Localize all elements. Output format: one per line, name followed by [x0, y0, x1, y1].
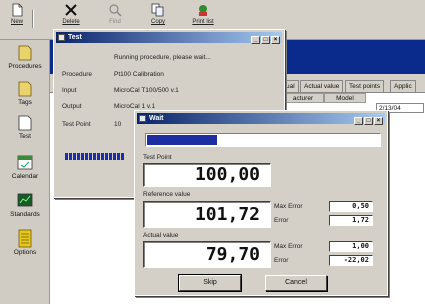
reference-value-label: Reference value [143, 191, 191, 198]
close-icon[interactable]: × [271, 36, 280, 44]
options-icon [18, 229, 32, 248]
sidebar-item-options[interactable]: Options [0, 228, 50, 256]
output-value: MicroCal 1 v.1 [114, 103, 156, 110]
find-label: Find [109, 19, 121, 25]
wait-dialog-titlebar[interactable]: Wait _ □ × [137, 113, 385, 125]
window-controls: _ □ × [353, 115, 383, 125]
output-label: Output [62, 103, 82, 110]
minimize-icon[interactable]: _ [251, 36, 260, 44]
wait-progress-track [145, 133, 381, 147]
wait-dialog: Wait _ □ × Test Point 100,00 Reference val… [134, 110, 388, 296]
actual-error-field: -22,02 [329, 255, 373, 266]
reference-error-field: 1,72 [329, 215, 373, 226]
reference-max-error-field: 0,50 [329, 201, 373, 212]
test-point-display: 100,00 [143, 163, 271, 187]
sidebar-item-label: Test [19, 133, 31, 140]
maximize-icon[interactable]: □ [261, 36, 270, 44]
sidebar-item-label: Options [13, 249, 37, 256]
status-text: Running procedure, please wait... [114, 54, 211, 61]
minimize-icon[interactable]: _ [354, 117, 363, 125]
sidebar-item-label: Calendar [11, 173, 39, 180]
new-label: New [10, 19, 23, 25]
copy-icon [151, 3, 164, 17]
new-button[interactable]: New [2, 2, 32, 38]
actual-value-display: 79,70 [143, 241, 271, 268]
actual-max-error-label: Max Error [274, 243, 303, 250]
actual-value-label: Actual value [143, 232, 179, 239]
maximize-icon[interactable]: □ [364, 117, 373, 125]
delete-x-icon [65, 4, 77, 16]
standards-icon [17, 193, 33, 207]
sidebar-item-test[interactable]: Test [0, 112, 50, 140]
wait-dialog-title: Wait [149, 115, 164, 122]
input-label: Input [62, 87, 77, 94]
column-header-model[interactable]: Model [324, 93, 366, 103]
test-window-title: Test [68, 34, 82, 41]
sidebar: Procedures Tags Test Calendar Standards … [0, 40, 50, 304]
test-point-label: Test Point [62, 121, 91, 128]
reference-max-error-label: Max Error [274, 203, 303, 210]
tab-test-points[interactable]: Test points [345, 80, 385, 92]
reference-error-label: Error [274, 217, 289, 224]
procedure-label: Procedure [62, 71, 92, 78]
tags-icon [18, 81, 32, 97]
test-window-titlebar[interactable]: Test _ □ × [56, 32, 282, 44]
tab-applic[interactable]: Applic [390, 80, 416, 92]
column-header-manufacturer[interactable]: acturer [282, 93, 324, 103]
print-list-label: Print list [192, 19, 214, 25]
copy-label: Copy [150, 19, 165, 25]
sidebar-item-label: Procedures [8, 63, 42, 70]
sidebar-item-label: Standards [10, 211, 40, 218]
test-icon [18, 115, 32, 131]
procedures-icon [18, 45, 32, 61]
actual-max-error-field: 1,00 [329, 241, 373, 252]
reference-value-display: 101,72 [143, 201, 271, 228]
sidebar-item-calendar[interactable]: Calendar [0, 152, 50, 180]
sidebar-item-standards[interactable]: Standards [0, 190, 50, 218]
test-progress-bar [65, 153, 125, 160]
calendar-icon [17, 155, 33, 170]
window-controls: _ □ × [250, 34, 280, 44]
wait-progress-fill [147, 135, 217, 145]
sidebar-item-label: Tags [18, 99, 32, 106]
test-point-value: 10 [114, 121, 122, 128]
sidebar-item-procedures[interactable]: Procedures [0, 42, 50, 70]
close-icon[interactable]: × [374, 117, 383, 125]
input-value: MicroCal T100/500 v.1 [114, 87, 179, 94]
tab-actual-value[interactable]: Actual value [300, 80, 344, 92]
test-point-label: Test Point [143, 154, 172, 161]
toolbar-separator [32, 10, 34, 28]
procedure-value: Pt100 Calibration [114, 71, 164, 78]
sidebar-item-tags[interactable]: Tags [0, 78, 50, 106]
window-icon [58, 34, 65, 41]
skip-button[interactable]: Skip [178, 274, 242, 292]
actual-error-label: Error [274, 257, 289, 264]
delete-label: Delete [62, 19, 80, 25]
window-icon [139, 115, 146, 122]
document-icon [12, 3, 23, 17]
find-icon [109, 4, 122, 17]
print-list-icon [199, 5, 207, 16]
cancel-button[interactable]: Cancel [265, 275, 327, 291]
